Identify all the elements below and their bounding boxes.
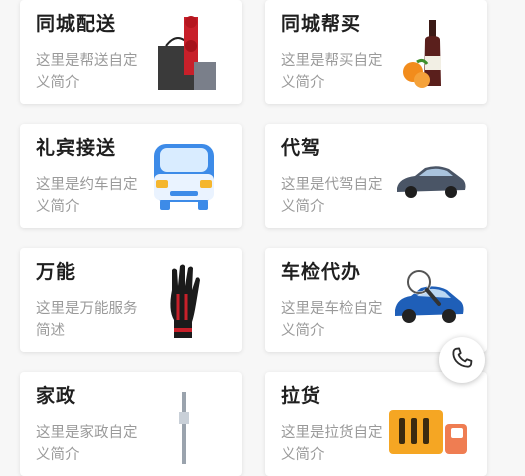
- service-desc: 这里是家政自定义简介: [36, 425, 138, 463]
- service-desc: 这里是约车自定义简介: [36, 177, 138, 215]
- service-title: 同城帮买: [281, 13, 362, 35]
- service-desc: 这里是万能服务简述: [36, 301, 138, 339]
- phone-icon: [449, 345, 475, 375]
- service-desc: 这里是帮送自定义简介: [36, 53, 138, 91]
- sedan-icon: [389, 136, 469, 216]
- car-inspection-icon: [389, 260, 469, 340]
- wine-fruit-icon: [389, 12, 469, 92]
- service-card-buy[interactable]: 同城帮买 这里是帮买自定义简介: [265, 0, 487, 104]
- mop-icon: [144, 384, 224, 464]
- service-title: 万能: [36, 261, 77, 283]
- truck-icon: [389, 384, 469, 464]
- service-card-driver[interactable]: 代驾 这里是代驾自定义简介: [265, 124, 487, 228]
- service-title: 车检代办: [281, 261, 362, 283]
- car-front-icon: [144, 136, 224, 216]
- service-card-universal[interactable]: 万能 这里是万能服务简述: [20, 248, 242, 352]
- service-card-freight[interactable]: 拉货 这里是拉货自定义简介: [265, 372, 487, 476]
- service-desc: 这里是拉货自定义简介: [281, 425, 383, 463]
- service-title: 同城配送: [36, 13, 117, 35]
- service-title: 代驾: [281, 137, 322, 159]
- call-button[interactable]: [439, 337, 485, 383]
- service-desc: 这里是车检自定义简介: [281, 301, 383, 339]
- service-card-delivery[interactable]: 同城配送 这里是帮送自定义简介: [20, 0, 242, 104]
- service-title: 家政: [36, 385, 77, 407]
- service-card-pickup[interactable]: 礼宾接送 这里是约车自定义简介: [20, 124, 242, 228]
- service-desc: 这里是帮买自定义简介: [281, 53, 383, 91]
- service-title: 礼宾接送: [36, 137, 117, 159]
- glove-icon: [144, 260, 224, 340]
- delivery-bag-icon: [144, 12, 224, 92]
- service-card-inspection[interactable]: 车检代办 这里是车检自定义简介: [265, 248, 487, 352]
- service-card-housekeeping[interactable]: 家政 这里是家政自定义简介: [20, 372, 242, 476]
- service-desc: 这里是代驾自定义简介: [281, 177, 383, 215]
- service-title: 拉货: [281, 385, 322, 407]
